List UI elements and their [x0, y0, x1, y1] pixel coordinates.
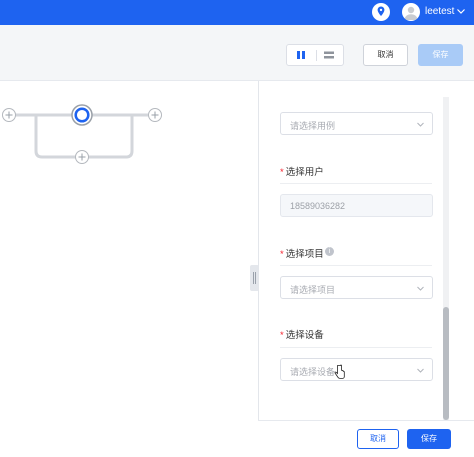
use-case-placeholder: 请选择用例: [290, 121, 336, 131]
device-select[interactable]: 请选择设备: [280, 358, 433, 381]
info-icon[interactable]: i: [325, 247, 334, 256]
use-case-select[interactable]: 请选择用例: [280, 112, 433, 135]
config-panel: [258, 81, 474, 457]
panel-scrollbar-thumb[interactable]: [443, 307, 449, 420]
top-nav-bar: leetest: [0, 0, 474, 25]
columns-view-icon[interactable]: [292, 47, 310, 63]
flow-node-selected[interactable]: [71, 104, 93, 126]
user-avatar-icon[interactable]: [402, 3, 420, 21]
device-field-label: * 选择设备: [280, 330, 324, 341]
project-field-label: * 选择项目: [280, 249, 324, 260]
add-node-bottom-icon[interactable]: [75, 150, 89, 164]
panel-save-button[interactable]: 保存: [407, 429, 451, 449]
chevron-down-icon: [416, 120, 425, 129]
project-select[interactable]: 请选择项目: [280, 276, 433, 299]
flow-canvas[interactable]: [0, 81, 258, 457]
username[interactable]: leetest: [425, 6, 454, 17]
hand-cursor-icon: [334, 364, 346, 380]
user-field-label: * 选择用户: [280, 167, 324, 178]
required-marker: *: [280, 330, 284, 341]
rows-view-icon[interactable]: [320, 47, 338, 63]
divider: [280, 183, 432, 184]
view-toggle: [286, 44, 344, 66]
user-field-value: 18589036282: [290, 201, 346, 211]
user-field: 18589036282: [280, 194, 433, 217]
chevron-down-icon: [416, 366, 425, 375]
required-marker: *: [280, 167, 284, 178]
divider: [280, 347, 432, 348]
location-pin-icon[interactable]: [372, 3, 390, 21]
flow-diagram: [2, 104, 162, 164]
divider: [280, 265, 432, 266]
panel-cancel-button[interactable]: 取消: [357, 429, 399, 449]
chevron-down-icon: [416, 284, 425, 293]
save-button[interactable]: 保存: [418, 44, 463, 66]
cancel-button[interactable]: 取消: [363, 44, 408, 66]
add-node-right-icon[interactable]: [148, 108, 162, 122]
project-placeholder: 请选择项目: [290, 285, 336, 295]
toggle-divider: [316, 50, 317, 61]
chevron-down-icon[interactable]: [455, 5, 467, 17]
device-placeholder: 请选择设备: [290, 367, 336, 377]
add-node-left-icon[interactable]: [2, 108, 16, 122]
required-marker: *: [280, 249, 284, 260]
